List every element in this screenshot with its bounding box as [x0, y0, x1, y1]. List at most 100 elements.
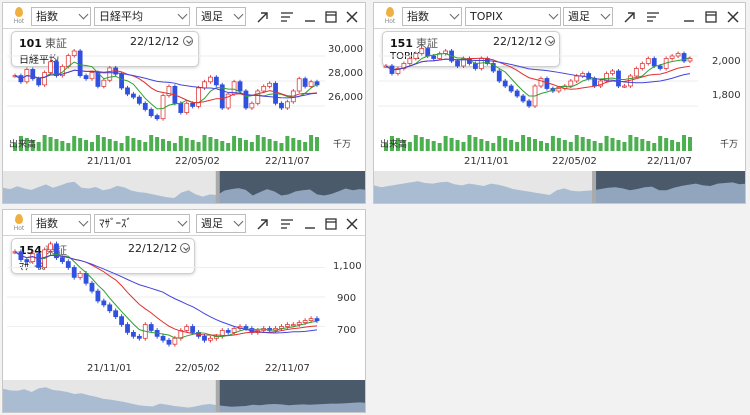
- period-select[interactable]: 週足: [196, 214, 246, 233]
- expand-icon[interactable]: [254, 8, 272, 26]
- candle-body: [249, 102, 255, 109]
- volume-chart: [13, 135, 319, 151]
- volume-bar: [273, 141, 278, 151]
- hot-icon[interactable]: Hot: [382, 7, 398, 27]
- volume-bar: [249, 142, 254, 151]
- volume-bar: [113, 141, 118, 151]
- menu-icon[interactable]: [278, 215, 296, 233]
- maximize-icon[interactable]: [702, 8, 720, 26]
- volume-bar: [255, 135, 260, 151]
- maximize-icon[interactable]: [322, 215, 340, 233]
- volume-bar: [562, 140, 567, 151]
- candle-body: [237, 81, 243, 92]
- minimize-icon[interactable]: [301, 8, 319, 26]
- type-select[interactable]: 指数: [402, 7, 462, 26]
- hot-icon[interactable]: Hot: [11, 7, 27, 27]
- expand-icon[interactable]: [621, 8, 639, 26]
- candle-body: [113, 310, 119, 318]
- volume-bar: [238, 138, 243, 151]
- candle-body: [261, 85, 267, 92]
- expand-icon[interactable]: [254, 215, 272, 233]
- volume-bar: [36, 142, 41, 151]
- candle-body: [284, 324, 290, 327]
- price-chart[interactable]: [7, 31, 325, 131]
- candle-body: [89, 282, 95, 292]
- candle-body: [675, 53, 681, 57]
- candle-body: [119, 316, 124, 325]
- minimize-icon[interactable]: [301, 215, 319, 233]
- price-chart[interactable]: [378, 31, 698, 131]
- maximize-icon[interactable]: [322, 8, 340, 26]
- panel-toolbar: Hot 指数 日経平均 週足: [3, 3, 365, 29]
- volume-bar: [670, 140, 675, 151]
- candle-body: [290, 324, 296, 327]
- candle-body: [131, 93, 136, 98]
- volume-bar: [521, 135, 526, 151]
- volume-bar: [556, 138, 561, 151]
- navigator-handle: [215, 171, 220, 203]
- moving-average-line: [14, 251, 318, 334]
- unit-label: 千万: [720, 140, 739, 150]
- volume-bar: [315, 137, 319, 151]
- candle-body: [645, 58, 651, 64]
- candle-body: [24, 259, 30, 262]
- close-icon[interactable]: [724, 8, 742, 26]
- price-chart[interactable]: [7, 238, 325, 356]
- close-icon[interactable]: [343, 215, 361, 233]
- panel-toolbar: Hot 指数 TOPIX 週足: [374, 3, 745, 29]
- candle-body: [83, 75, 89, 80]
- volume-bar: [267, 139, 272, 151]
- candle-body: [508, 85, 514, 92]
- candle-body: [48, 243, 53, 251]
- candle-body: [172, 337, 178, 345]
- menu-icon[interactable]: [278, 8, 296, 26]
- volume-bar: [413, 135, 418, 151]
- candle-body: [622, 85, 627, 88]
- volume-bar: [178, 136, 183, 151]
- menu-icon[interactable]: [644, 8, 662, 26]
- candle-body: [243, 326, 249, 329]
- y-tick-label: 1,800: [712, 90, 741, 101]
- name-select[interactable]: TOPIX: [465, 7, 561, 26]
- name-select[interactable]: ﾏｻﾞｰｽﾞ: [94, 214, 190, 233]
- candle-body: [48, 61, 53, 73]
- type-select[interactable]: 指数: [31, 214, 91, 233]
- candle-body: [308, 318, 314, 321]
- volume-bar: [538, 141, 543, 151]
- volume-bar: [279, 143, 284, 151]
- y-tick-label: 30,000: [328, 44, 363, 55]
- close-icon[interactable]: [343, 8, 361, 26]
- period-select[interactable]: 週足: [196, 7, 246, 26]
- candle-body: [308, 81, 314, 87]
- candle-body: [568, 80, 574, 87]
- range-navigator[interactable]: [3, 171, 365, 203]
- type-select[interactable]: 指数: [31, 7, 91, 26]
- volume-bar: [155, 137, 160, 151]
- volume-bar: [479, 139, 484, 151]
- period-select[interactable]: 週足: [563, 7, 613, 26]
- chart-panel-nikkei: Hot 指数 日経平均 週足 101 東証 22/12/12 日経平均 30,00…: [2, 2, 366, 204]
- candle-body: [526, 100, 532, 107]
- volume-bar: [208, 137, 213, 151]
- candle-body: [657, 65, 663, 69]
- candle-body: [184, 326, 190, 331]
- hot-icon[interactable]: Hot: [11, 214, 27, 234]
- volume-bar: [89, 142, 94, 151]
- candle-body: [556, 88, 562, 92]
- volume-bar: [634, 137, 639, 151]
- volume-bar: [628, 135, 633, 151]
- candle-body: [142, 102, 148, 110]
- y-tick-label: 700: [337, 325, 357, 336]
- minimize-icon[interactable]: [680, 8, 698, 26]
- candle-body: [136, 335, 142, 339]
- volume-bar: [166, 141, 171, 151]
- volume-bar: [455, 140, 460, 151]
- name-select[interactable]: 日経平均: [94, 7, 190, 26]
- range-navigator[interactable]: [3, 380, 365, 412]
- candle-body: [107, 304, 113, 312]
- volume-bar: [226, 143, 231, 151]
- y-tick-label: 900: [337, 293, 357, 304]
- range-navigator[interactable]: [374, 171, 745, 203]
- candle-body: [190, 326, 196, 333]
- candle-body: [425, 48, 431, 57]
